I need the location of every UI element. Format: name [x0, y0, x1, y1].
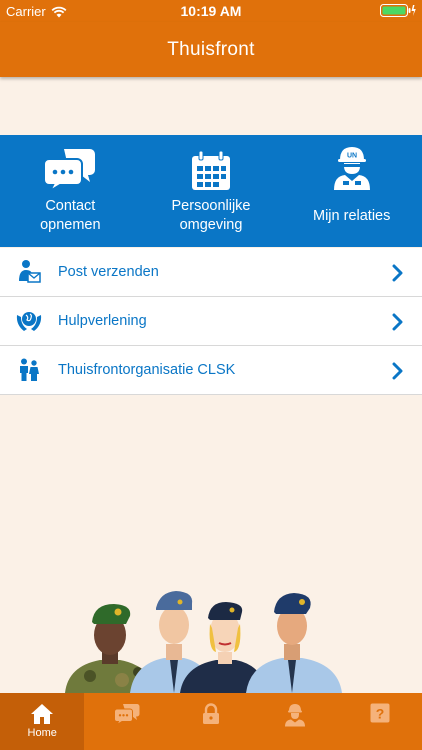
globe-hands-icon — [0, 309, 58, 333]
chat-bubbles-icon — [44, 135, 96, 195]
menu-item-label: Post verzenden — [58, 264, 159, 280]
lock-icon — [203, 703, 220, 724]
svg-text:?: ? — [376, 706, 385, 722]
soldier-icon — [285, 704, 306, 727]
menu-list: Post verzenden Hulpverlening Thuisfronto… — [0, 248, 422, 395]
persoonlijke-omgeving-button[interactable]: Persoonlijke omgeving — [141, 135, 282, 247]
quick-action-label: Persoonlijke omgeving — [171, 198, 251, 233]
tab-bar: Home ? — [0, 693, 422, 750]
menu-item-thuisfrontorganisatie[interactable]: Thuisfrontorganisatie CLSK — [0, 346, 422, 395]
mijn-relaties-button[interactable]: UN Mijn relaties — [281, 135, 422, 247]
chevron-right-icon — [392, 313, 403, 331]
tab-lock[interactable] — [169, 693, 253, 750]
tab-help[interactable]: ? — [338, 693, 422, 750]
home-icon — [31, 704, 54, 724]
chat-icon — [113, 704, 140, 725]
quick-action-label: Contact opnemen — [40, 198, 101, 233]
tab-label: Home — [27, 727, 57, 739]
menu-item-label: Thuisfrontorganisatie CLSK — [58, 362, 236, 378]
menu-item-hulpverlening[interactable]: Hulpverlening — [0, 297, 422, 346]
soldier-blue-beret — [246, 593, 342, 693]
calendar-icon — [191, 135, 231, 195]
battery-icon — [380, 4, 416, 17]
status-bar: Carrier 10:19 AM — [0, 0, 422, 22]
page-title: Thuisfront — [167, 38, 255, 60]
chevron-right-icon — [392, 362, 403, 380]
help-icon: ? — [370, 703, 390, 723]
mail-person-icon — [0, 259, 58, 285]
nav-bar: Thuisfront — [0, 22, 422, 77]
contact-opnemen-button[interactable]: Contact opnemen — [0, 135, 141, 247]
un-soldier-icon: UN — [331, 135, 373, 195]
quick-action-label: Mijn relaties — [313, 208, 391, 224]
tab-home[interactable]: Home — [0, 693, 85, 750]
chevron-right-icon — [392, 264, 403, 282]
menu-item-post-verzenden[interactable]: Post verzenden — [0, 248, 422, 297]
tab-chat[interactable] — [84, 693, 168, 750]
soldiers-illustration — [60, 580, 360, 693]
tab-soldier[interactable] — [253, 693, 337, 750]
quick-actions: Contact opnemen Persoonlijke omgeving UN… — [0, 135, 422, 247]
people-icon — [0, 358, 58, 382]
menu-item-label: Hulpverlening — [58, 313, 147, 329]
svg-text:UN: UN — [347, 153, 357, 160]
clock: 10:19 AM — [180, 3, 242, 19]
